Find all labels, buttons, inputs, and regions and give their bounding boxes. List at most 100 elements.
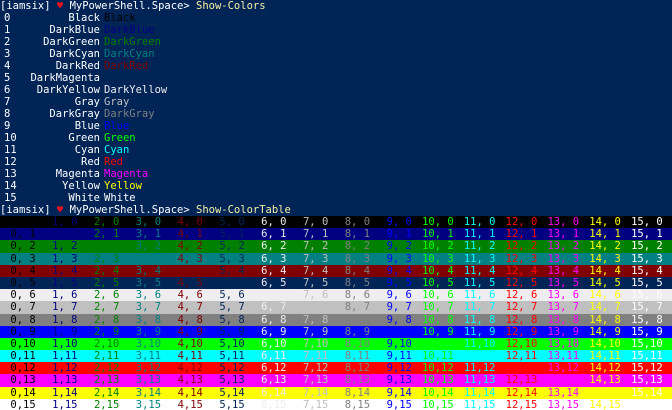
color-sample: Gray <box>104 96 130 108</box>
color-table-cell: 10,13 <box>422 374 460 387</box>
color-table-cell: 5, 9 <box>213 325 251 338</box>
color-table-cell: 8, 7 <box>338 301 377 314</box>
color-table-cell: 4, 5 <box>171 276 210 289</box>
color-table-cell: 12,15 <box>505 398 544 410</box>
color-table-cell: 1,15 <box>45 398 84 410</box>
color-table-cell: 4,10 <box>171 337 210 350</box>
color-table-cell: 12, 6 <box>505 289 544 302</box>
color-table-cell: 14, 4 <box>589 264 628 277</box>
color-row: 10 Green Green <box>0 132 672 144</box>
color-table-cell: 0, 5 <box>4 276 42 289</box>
color-table-cell: 14, 8 <box>589 313 628 326</box>
color-table-cell: 1, 1 <box>45 228 84 241</box>
color-table-cell: 6, 1 <box>254 228 293 241</box>
color-table-row: 0,12 1,12 2,12 3,12 4,12 5,12 6,12 7,12 … <box>0 362 672 375</box>
color-sample: Green <box>104 132 136 144</box>
color-row: 11 Cyan Cyan <box>0 144 672 156</box>
color-table-cell: 8, 5 <box>338 276 377 289</box>
color-table-cell: 2, 2 <box>87 240 126 253</box>
color-table-cell: 8, 4 <box>338 264 377 277</box>
color-table-cell: 3,14 <box>129 386 168 399</box>
color-table-cell: 11, 4 <box>463 264 502 277</box>
color-table-cell: 5,10 <box>213 337 251 350</box>
color-table-cell: 4, 2 <box>171 240 210 253</box>
color-table-cell: 1, 4 <box>45 264 84 277</box>
color-table-row: 0,10 1,10 2,10 3,10 4,10 5,10 6,10 7,10 … <box>0 337 672 351</box>
color-table-cell: 10, 0 <box>422 216 460 228</box>
color-table-cell: 15,11 <box>631 350 669 363</box>
color-table-cell: 9, 7 <box>380 301 419 314</box>
color-table-cell: 6,12 <box>254 362 293 375</box>
color-table-cell: 2, 6 <box>87 289 126 302</box>
color-name: Cyan <box>74 144 100 156</box>
color-table-cell: 11, 5 <box>463 276 502 289</box>
color-table-cell: 7, 9 <box>296 325 335 338</box>
color-name: DarkGreen <box>43 36 100 48</box>
color-table-cell: 11,12 <box>463 362 502 375</box>
color-table-row: 0, 0 1, 0 2, 0 3, 0 4, 0 5, 0 6, 0 7, 0 … <box>0 216 672 229</box>
color-table-cell: 8, 9 <box>338 325 377 338</box>
color-table-cell: 0, 7 <box>4 301 42 314</box>
color-table-cell: 1, 5 <box>45 276 84 289</box>
color-table-cell: 1, 2 <box>45 240 84 253</box>
color-table-cell: 13,10 <box>547 337 586 350</box>
color-table-cell: 11,13 <box>463 374 502 387</box>
color-table-cell: 8,12 <box>338 362 377 375</box>
color-table-cell: 6, 6 <box>254 289 293 302</box>
color-table-cell: 10, 8 <box>422 313 460 326</box>
color-table-row: 0, 5 1, 5 2, 5 3, 5 4, 5 5, 5 6, 5 7, 5 … <box>0 276 672 290</box>
color-table-cell: 11, 0 <box>463 216 502 228</box>
color-table-cell: 1,10 <box>45 337 84 350</box>
prompt-command: Show-Colors <box>196 0 266 12</box>
color-sample: Magenta <box>104 168 149 180</box>
color-name: DarkCyan <box>49 48 100 60</box>
color-row: 1 DarkBlue DarkBlue <box>0 24 672 36</box>
color-table-cell: 0, 2 <box>4 240 42 253</box>
color-table-cell: 8, 1 <box>338 228 377 241</box>
color-row: 0 Black Black <box>0 12 672 24</box>
color-row: 15 White White <box>0 192 672 204</box>
color-table-cell: 2, 0 <box>87 216 126 228</box>
color-table: 0, 0 1, 0 2, 0 3, 0 4, 0 5, 0 6, 0 7, 0 … <box>0 216 672 410</box>
color-table-cell: 2,15 <box>87 398 126 410</box>
color-table-cell: 10, 9 <box>422 325 460 338</box>
color-table-cell: 12, 3 <box>505 252 544 265</box>
color-table-cell: 0, 0 <box>4 216 42 228</box>
color-table-cell: 15,10 <box>631 337 669 350</box>
terminal-window[interactable]: [iamsix] ♥ MyPowerShell.Space> Show-Colo… <box>0 0 672 410</box>
color-table-cell: 13,11 <box>547 350 586 363</box>
color-table-cell: 3, 7 <box>129 301 168 314</box>
color-table-cell: 6, 7 <box>254 301 293 314</box>
color-table-cell: 3, 2 <box>129 240 168 253</box>
color-row: 14 Yellow Yellow <box>0 180 672 192</box>
color-table-cell: 1, 9 <box>45 325 84 338</box>
color-table-cell: 9, 1 <box>380 228 419 241</box>
color-name: Green <box>68 132 100 144</box>
prompt-user: [iamsix] <box>0 0 51 12</box>
color-table-cell: 8, 2 <box>338 240 377 253</box>
color-table-cell: 1, 8 <box>45 313 84 326</box>
color-row: 2 DarkGreen DarkGreen <box>0 36 672 48</box>
color-table-cell: 7, 0 <box>296 216 335 228</box>
color-table-cell: 4,13 <box>171 374 210 387</box>
color-table-cell: 8, 0 <box>338 216 377 228</box>
color-table-cell: 5, 6 <box>213 289 251 302</box>
color-table-cell: 12,13 <box>505 374 544 387</box>
color-table-cell: 10,12 <box>422 362 460 375</box>
color-table-cell: 15, 9 <box>631 325 669 338</box>
color-table-cell: 14, 0 <box>589 216 628 228</box>
color-table-row: 0, 2 1, 2 2, 2 3, 2 4, 2 5, 2 6, 2 7, 2 … <box>0 240 672 253</box>
color-table-cell: 9, 0 <box>380 216 419 228</box>
color-table-cell: 5,13 <box>213 374 251 387</box>
color-table-cell: 14, 2 <box>589 240 628 253</box>
color-table-cell: 7,15 <box>296 398 335 410</box>
color-table-cell: 15, 5 <box>631 276 669 289</box>
color-table-cell: 4,14 <box>171 386 210 399</box>
color-table-cell: 5,14 <box>213 386 251 399</box>
color-row: 8 DarkGray DarkGray <box>0 108 672 120</box>
color-table-cell: 8, 8 <box>338 313 377 326</box>
color-table-row: 0, 3 1, 3 2, 3 3, 3 4, 3 5, 3 6, 3 7, 3 … <box>0 252 672 265</box>
color-table-cell: 6,11 <box>254 350 293 363</box>
color-table-cell: 12, 5 <box>505 276 544 289</box>
color-table-cell: 1, 6 <box>45 289 84 302</box>
